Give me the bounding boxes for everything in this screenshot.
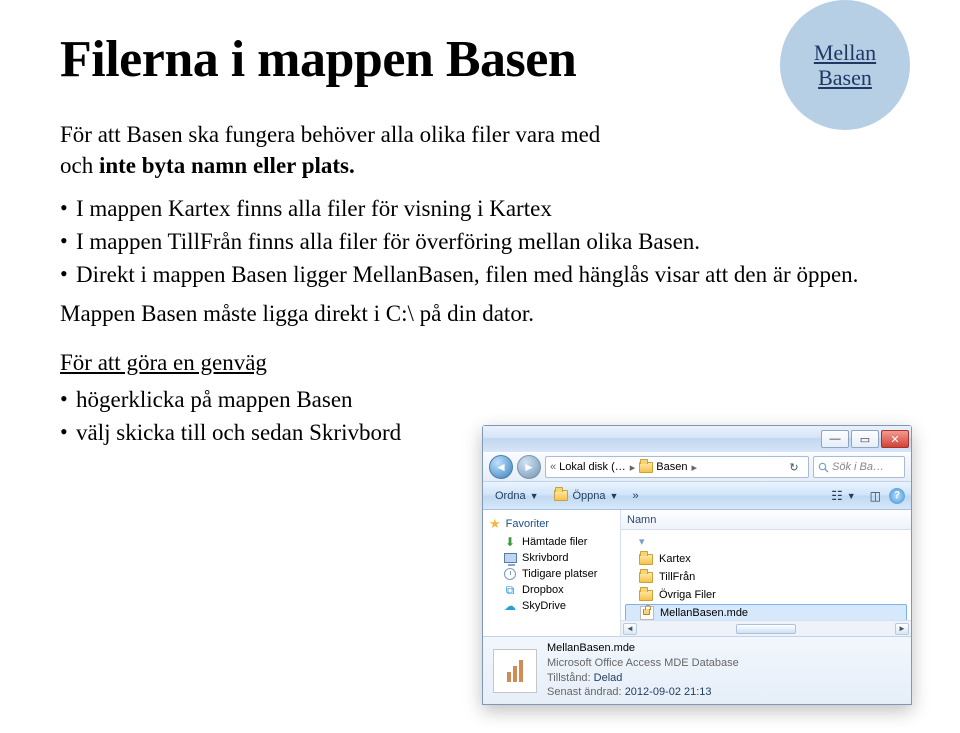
breadcrumb-seg-1[interactable]: Lokal disk (… xyxy=(559,461,626,473)
toolbar-more[interactable]: » xyxy=(626,488,644,504)
download-icon: ⬇ xyxy=(503,535,517,549)
nav-bar: ◄ ► « Lokal disk (… ▸ Basen ▸ ↻ Sök i Ba… xyxy=(483,452,911,482)
skydrive-icon: ☁ xyxy=(503,599,517,613)
scroll-right-button[interactable]: ► xyxy=(895,623,909,635)
toolbar-open[interactable]: Öppna ▼ xyxy=(547,486,625,506)
body-text: För att Basen ska fungera behöver alla o… xyxy=(60,119,900,448)
intro-line-2: och inte byta namn eller plats. xyxy=(60,150,900,181)
desktop-icon xyxy=(503,551,517,565)
window-titlebar[interactable]: — ▭ ✕ xyxy=(483,426,911,452)
mde-lock-icon xyxy=(640,606,654,620)
explorer-window: — ▭ ✕ ◄ ► « Lokal disk (… ▸ Basen ▸ ↻ Sö… xyxy=(482,425,912,705)
details-modified-label: Senast ändrad: xyxy=(547,686,622,698)
details-state-value: Delad xyxy=(594,672,623,684)
toolbar-view-icon[interactable]: ☷ ▼ xyxy=(825,486,862,506)
row-kartex[interactable]: Kartex xyxy=(621,550,911,568)
nav-item-recent[interactable]: Tidigare platser xyxy=(483,566,620,582)
spacer-row: ▾ xyxy=(621,532,911,550)
close-button[interactable]: ✕ xyxy=(881,430,909,448)
nav-item-dropbox[interactable]: ⧉Dropbox xyxy=(483,582,620,598)
details-filetype: Microsoft Office Access MDE Database xyxy=(547,657,739,669)
breadcrumb[interactable]: « Lokal disk (… ▸ Basen ▸ ↻ xyxy=(545,456,809,478)
bullet-1: I mappen Kartex finns alla filer för vis… xyxy=(60,193,900,224)
bullet-2: I mappen TillFrån finns alla filer för ö… xyxy=(60,226,900,257)
page-title: Filerna i mappen Basen xyxy=(60,30,900,89)
search-icon xyxy=(818,462,829,473)
nav-item-skydrive[interactable]: ☁SkyDrive xyxy=(483,598,620,614)
row-ovriga[interactable]: Övriga Filer xyxy=(621,586,911,604)
nav-favorites[interactable]: ★ Favoriter xyxy=(483,514,620,534)
refresh-icon[interactable]: ↻ xyxy=(784,461,804,474)
intro-line-2-bold: inte byta namn eller plats. xyxy=(99,153,355,178)
details-modified-value: 2012-09-02 21:13 xyxy=(625,686,712,698)
minimize-button[interactable]: — xyxy=(821,430,849,448)
scroll-thumb[interactable] xyxy=(736,624,796,634)
note-line: Mappen Basen måste ligga direkt i C:\ på… xyxy=(60,298,900,329)
toolbar-organize[interactable]: Ordna ▼ xyxy=(489,488,545,504)
intro-line-2-prefix: och xyxy=(60,153,99,178)
back-button[interactable]: ◄ xyxy=(489,455,513,479)
folder-icon xyxy=(639,588,653,602)
maximize-button[interactable]: ▭ xyxy=(851,430,879,448)
scroll-left-button[interactable]: ◄ xyxy=(623,623,637,635)
nav-pane: ★ Favoriter ⬇Hämtade filer Skrivbord Tid… xyxy=(483,510,621,636)
folder-icon xyxy=(639,552,653,566)
file-icon-large xyxy=(493,649,537,693)
column-header-name[interactable]: Namn xyxy=(621,510,911,530)
breadcrumb-seg-2[interactable]: Basen xyxy=(656,461,687,473)
toolbar-preview-icon[interactable]: ◫ xyxy=(864,487,887,505)
details-pane: MellanBasen.mde Microsoft Office Access … xyxy=(483,636,911,704)
content-pane: Namn ▾ Kartex TillFrån Övriga Filer Mell… xyxy=(621,510,911,636)
row-mellanbasen[interactable]: MellanBasen.mde xyxy=(625,604,907,620)
sub-heading: För att göra en genväg xyxy=(60,347,900,378)
details-filename: MellanBasen.mde xyxy=(547,642,635,654)
dropbox-icon: ⧉ xyxy=(503,583,517,597)
badge-mellan-basen: Mellan Basen xyxy=(780,0,910,130)
search-input[interactable]: Sök i Ba… xyxy=(813,456,905,478)
nav-item-downloads[interactable]: ⬇Hämtade filer xyxy=(483,534,620,550)
toolbar: Ordna ▼ Öppna ▼ » ☷ ▼ ◫ ? xyxy=(483,482,911,510)
nav-item-desktop[interactable]: Skrivbord xyxy=(483,550,620,566)
folder-icon xyxy=(639,570,653,584)
details-state-label: Tillstånd: xyxy=(547,672,591,684)
row-tillfran[interactable]: TillFrån xyxy=(621,568,911,586)
horizontal-scrollbar[interactable]: ◄ ► xyxy=(621,620,911,636)
star-icon: ★ xyxy=(489,516,501,532)
search-placeholder: Sök i Ba… xyxy=(832,461,884,473)
open-icon xyxy=(553,488,569,504)
recent-icon xyxy=(503,567,517,581)
help-icon[interactable]: ? xyxy=(889,488,905,504)
forward-button[interactable]: ► xyxy=(517,455,541,479)
bullet-3: Direkt i mappen Basen ligger MellanBasen… xyxy=(60,259,900,290)
sub-bullet-1: högerklicka på mappen Basen xyxy=(60,384,900,415)
intro-line-1: För att Basen ska fungera behöver alla o… xyxy=(60,119,900,150)
